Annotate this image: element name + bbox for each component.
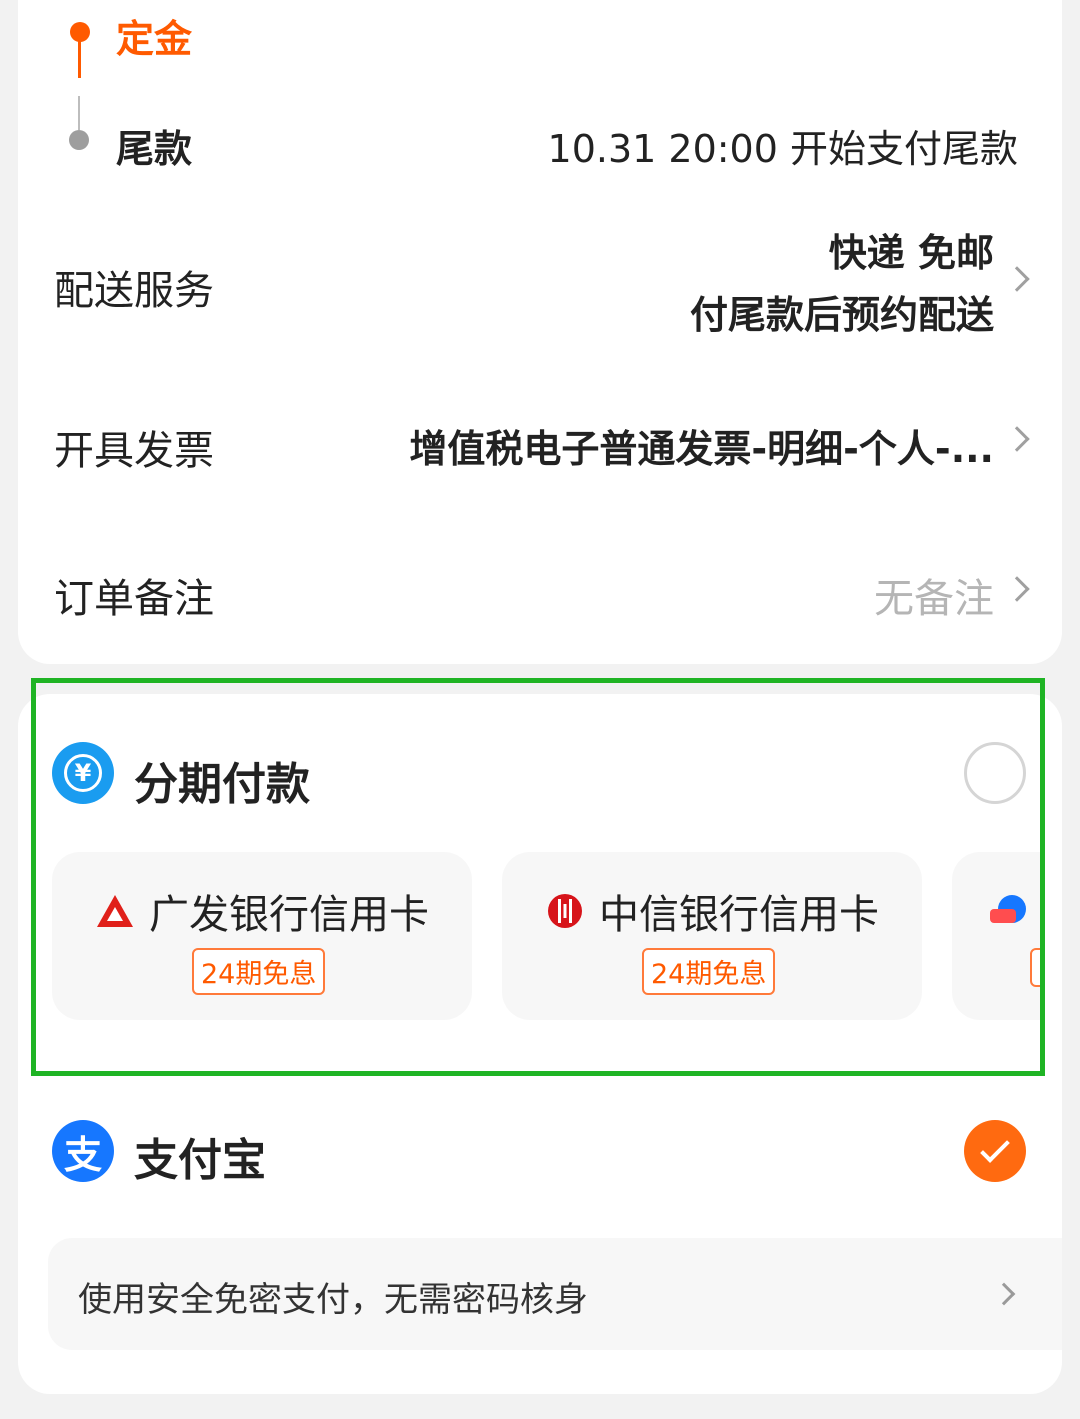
alipay-title: 支付宝 [134, 1135, 266, 1186]
alipay-icon: 支 [52, 1120, 114, 1182]
delivery-service-label: 配送服务 [54, 268, 214, 314]
password-free-payment-text: 使用安全免密支付，无需密码核身 [78, 1280, 588, 1320]
timeline-line-inactive [78, 96, 80, 130]
order-remark-label: 订单备注 [54, 576, 214, 622]
final-payment-start-time: 10.31 20:00 开始支付尾款 [547, 127, 1018, 171]
delivery-schedule-value: 付尾款后预约配送 [689, 293, 994, 337]
checkmark-icon [980, 1133, 1010, 1163]
final-payment-stage-label: 尾款 [116, 127, 193, 171]
timeline-dot-inactive [69, 130, 89, 150]
invoice-value: 增值税电子普通发票-明细-个人-... [409, 427, 994, 471]
delivery-method-value: 快递 免邮 [828, 231, 994, 275]
alipay-selected-check-icon[interactable] [964, 1120, 1026, 1182]
timeline-line-active [78, 40, 81, 78]
timeline-dot-active [70, 22, 90, 42]
installment-highlight-frame [31, 678, 1045, 1076]
password-free-payment-row[interactable]: 使用安全免密支付，无需密码核身 [48, 1238, 1062, 1350]
chevron-right-icon [992, 1282, 1016, 1306]
deposit-stage-label: 定金 [116, 17, 193, 61]
order-remark-value: 无备注 [874, 576, 994, 622]
invoice-label: 开具发票 [54, 428, 214, 474]
